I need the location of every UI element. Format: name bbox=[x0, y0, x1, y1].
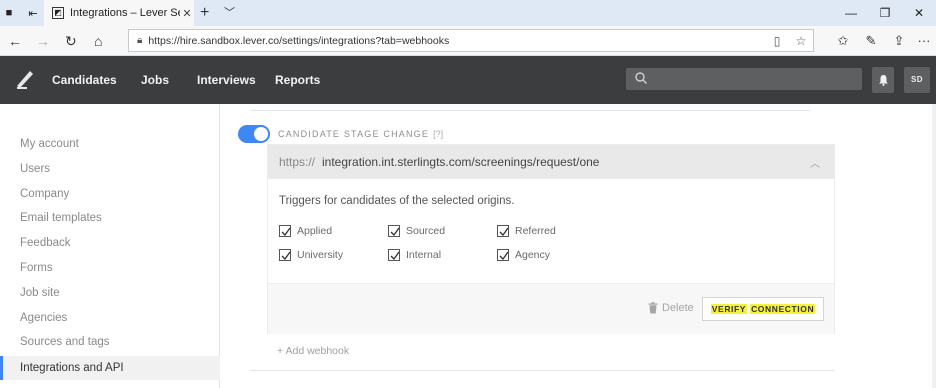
reading-view-icon[interactable]: ▯ bbox=[765, 34, 789, 48]
search-input[interactable] bbox=[626, 68, 862, 90]
verify-label-word1: VERIFY bbox=[710, 304, 748, 314]
origin-checkbox-applied[interactable]: Applied bbox=[279, 225, 332, 237]
sidebar-item-forms[interactable]: Forms bbox=[20, 262, 53, 274]
sidebar-item-feedback[interactable]: Feedback bbox=[20, 237, 71, 249]
checkbox-icon bbox=[279, 225, 291, 237]
favorite-star-icon[interactable]: ☆ bbox=[789, 34, 813, 48]
sidebar-item-job-site[interactable]: Job site bbox=[20, 287, 60, 299]
webhook-url-field[interactable]: https:// integration.int.sterlingts.com/… bbox=[268, 145, 834, 179]
origin-checkbox-university[interactable]: University bbox=[279, 249, 343, 261]
nav-interviews[interactable]: Interviews bbox=[197, 56, 256, 104]
share-icon[interactable]: ⇪ bbox=[885, 26, 913, 56]
url-prefix: https:// bbox=[279, 155, 316, 169]
sidebar-item-sources-and-tags[interactable]: Sources and tags bbox=[20, 336, 110, 348]
address-bar: ← → ↻ ⌂ 🔒︎ https://hire.sandbox.lever.co… bbox=[0, 26, 936, 56]
sidebar-item-users[interactable]: Users bbox=[20, 163, 50, 175]
checkbox-icon bbox=[279, 249, 291, 261]
pen-icon[interactable]: ✎ bbox=[857, 26, 885, 56]
sidebar-item-email-templates[interactable]: Email templates bbox=[20, 212, 102, 224]
origin-checkbox-referred[interactable]: Referred bbox=[497, 225, 556, 237]
forward-icon[interactable]: → bbox=[36, 26, 50, 56]
nav-jobs[interactable]: Jobs bbox=[141, 56, 169, 104]
nav-candidates[interactable]: Candidates bbox=[52, 56, 117, 104]
sidebar-item-my-account[interactable]: My account bbox=[20, 138, 79, 150]
add-webhook-link[interactable]: + Add webhook bbox=[277, 345, 349, 357]
origin-label: Referred bbox=[515, 225, 556, 237]
origin-label: Applied bbox=[297, 225, 333, 237]
checkbox-icon bbox=[388, 249, 400, 261]
nav-reports[interactable]: Reports bbox=[275, 56, 320, 104]
sidebar-item-integrations[interactable]: Integrations and API bbox=[0, 356, 220, 380]
origin-checkbox-agency[interactable]: Agency bbox=[497, 249, 550, 261]
sidebar-item-agencies[interactable]: Agencies bbox=[20, 312, 67, 324]
new-tab-button[interactable]: + bbox=[200, 0, 209, 26]
lever-logo-icon[interactable] bbox=[14, 68, 36, 90]
favorites-icon[interactable]: ✩ bbox=[829, 26, 857, 56]
webhook-type-label: CANDIDATE STAGE CHANGE [?] bbox=[278, 129, 443, 139]
divider bbox=[250, 370, 834, 371]
bell-icon bbox=[878, 75, 888, 86]
delete-label: Delete bbox=[662, 302, 694, 314]
origin-label: Agency bbox=[515, 249, 551, 261]
webhook-card: https:// integration.int.sterlingts.com/… bbox=[267, 144, 835, 334]
restore-icon[interactable]: ❐ bbox=[868, 0, 902, 26]
minimize-icon[interactable]: — bbox=[834, 0, 868, 26]
window-menu-icon[interactable]: ■ bbox=[0, 0, 18, 26]
avatar[interactable]: SD bbox=[904, 67, 930, 93]
home-icon[interactable]: ⌂ bbox=[94, 26, 102, 56]
page-scrollbar[interactable] bbox=[932, 104, 936, 388]
verify-label-word2: CONNECTION bbox=[750, 304, 816, 314]
chevron-up-icon[interactable]: ︿ bbox=[810, 155, 820, 170]
webhook-url-value: integration.int.sterlingts.com/screening… bbox=[322, 155, 600, 169]
checkbox-icon bbox=[497, 249, 509, 261]
toggle-knob bbox=[254, 127, 268, 141]
settings-sidebar: My account Users Company Email templates… bbox=[0, 104, 220, 388]
set-aside-tabs-icon[interactable]: ⇤ bbox=[24, 0, 42, 26]
checkbox-icon bbox=[497, 225, 509, 237]
url-field[interactable]: 🔒︎ https://hire.sandbox.lever.co/setting… bbox=[128, 29, 814, 52]
checkbox-icon bbox=[388, 225, 400, 237]
triggers-description: Triggers for candidates of the selected … bbox=[279, 195, 515, 207]
webhook-enabled-toggle[interactable] bbox=[238, 125, 270, 143]
origin-checkbox-internal[interactable]: Internal bbox=[388, 249, 441, 261]
back-icon[interactable]: ← bbox=[8, 26, 22, 56]
close-window-icon[interactable]: ✕ bbox=[902, 0, 936, 26]
tab-list-chevron-icon[interactable]: ﹀ bbox=[224, 0, 235, 26]
more-icon[interactable]: ··· bbox=[910, 26, 936, 56]
divider bbox=[250, 110, 810, 111]
browser-tab[interactable]: ◩ Integrations – Lever Set ✕ bbox=[44, 0, 194, 26]
sidebar-item-company[interactable]: Company bbox=[20, 188, 69, 200]
origin-checkbox-sourced[interactable]: Sourced bbox=[388, 225, 445, 237]
delete-webhook-button[interactable]: Delete bbox=[648, 302, 694, 314]
origin-label: Sourced bbox=[406, 225, 446, 237]
webhooks-panel: CANDIDATE STAGE CHANGE [?] https:// integ… bbox=[220, 104, 936, 388]
browser-tab-strip: ■ ⇤ ◩ Integrations – Lever Set ✕ + ﹀ — ❐… bbox=[0, 0, 936, 26]
url-text: https://hire.sandbox.lever.co/settings/i… bbox=[148, 34, 450, 47]
close-tab-icon[interactable]: ✕ bbox=[180, 7, 194, 20]
tab-title: Integrations – Lever Set bbox=[70, 7, 180, 19]
notifications-button[interactable] bbox=[872, 67, 894, 93]
help-link[interactable]: [?] bbox=[433, 129, 443, 139]
webhook-card-footer: Delete VERIFY CONNECTION bbox=[268, 284, 834, 334]
lever-favicon-icon: ◩ bbox=[52, 7, 64, 19]
origin-label: Internal bbox=[406, 249, 442, 261]
origin-label: University bbox=[297, 249, 344, 261]
stage-change-title: CANDIDATE STAGE CHANGE bbox=[278, 129, 430, 139]
lock-icon: 🔒︎ bbox=[137, 35, 143, 46]
refresh-icon[interactable]: ↻ bbox=[65, 26, 77, 56]
trash-icon bbox=[648, 302, 658, 314]
verify-connection-button[interactable]: VERIFY CONNECTION bbox=[702, 297, 824, 321]
search-icon bbox=[635, 72, 647, 84]
window-controls: — ❐ ✕ bbox=[834, 0, 936, 26]
app-header: Candidates Jobs Interviews Reports SD bbox=[0, 56, 936, 104]
